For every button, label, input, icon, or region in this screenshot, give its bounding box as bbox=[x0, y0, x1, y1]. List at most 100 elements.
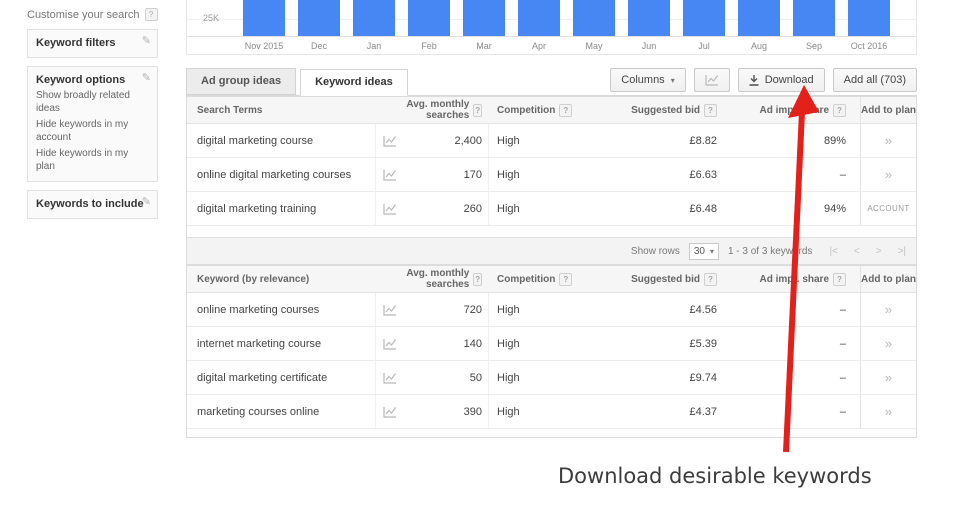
header-suggested-bid: Suggested bid ? bbox=[617, 272, 717, 286]
header-label: Ad impr. share bbox=[759, 273, 829, 285]
help-icon[interactable]: ? bbox=[473, 103, 482, 117]
table-row: internet marketing course 140 High £5.39… bbox=[187, 327, 916, 361]
competition-cell: High bbox=[497, 337, 520, 350]
header-avg-monthly-searches: Avg. monthly searches ? bbox=[403, 266, 489, 292]
add-to-plan-button[interactable]: » bbox=[860, 395, 916, 428]
edit-pencil-icon[interactable]: ✎ bbox=[142, 195, 151, 208]
chart-bar bbox=[298, 0, 340, 36]
add-to-plan-button[interactable]: » bbox=[860, 361, 916, 394]
trend-chart-icon[interactable] bbox=[375, 293, 403, 326]
ad-impr-share-cell: – bbox=[839, 337, 846, 350]
x-axis-tick-label: Mar bbox=[476, 41, 492, 51]
keyword-filters-panel[interactable]: Keyword filters ✎ bbox=[27, 29, 158, 58]
edit-pencil-icon[interactable]: ✎ bbox=[142, 34, 151, 47]
keyword-options-panel[interactable]: Keyword options ✎ Show broadly related i… bbox=[27, 66, 158, 182]
trend-chart-icon[interactable] bbox=[375, 395, 403, 428]
help-icon[interactable]: ? bbox=[559, 103, 573, 117]
keyword-cell: online digital marketing courses bbox=[197, 168, 352, 181]
trend-chart-icon[interactable] bbox=[375, 158, 403, 191]
keyword-cell: digital marketing training bbox=[197, 202, 317, 215]
tab-keyword-ideas[interactable]: Keyword ideas bbox=[300, 69, 408, 96]
suggested-bid-cell: £9.74 bbox=[689, 371, 717, 384]
trend-chart-icon[interactable] bbox=[375, 361, 403, 394]
table-header-row: Keyword (by relevance) Avg. monthly sear… bbox=[187, 266, 916, 293]
show-rows-select[interactable]: 30 ▾ bbox=[688, 242, 719, 260]
chevron-down-icon: ▾ bbox=[670, 75, 675, 85]
help-icon[interactable]: ? bbox=[473, 272, 482, 286]
chart-bar bbox=[683, 0, 725, 36]
add-all-button[interactable]: Add all (703) bbox=[832, 68, 917, 92]
keyword-cell: online marketing courses bbox=[197, 303, 320, 316]
help-icon[interactable]: ? bbox=[559, 272, 573, 286]
last-page-icon[interactable]: >| bbox=[898, 246, 906, 257]
header-label: Suggested bid bbox=[631, 104, 700, 116]
add-all-label: Add all (703) bbox=[843, 74, 906, 86]
ad-impr-share-cell: – bbox=[839, 168, 846, 181]
competition-cell: High bbox=[497, 202, 520, 215]
help-icon[interactable]: ? bbox=[704, 103, 717, 117]
x-axis-tick-label: Nov 2015 bbox=[244, 41, 284, 51]
add-to-plan-button[interactable]: ACCOUNT bbox=[860, 192, 916, 225]
header-label: Avg. monthly searches bbox=[406, 268, 470, 290]
keyword-option-item: Hide keywords in my account bbox=[36, 119, 129, 143]
help-icon[interactable]: ? bbox=[704, 272, 717, 286]
suggested-bid-cell: £6.48 bbox=[689, 202, 717, 215]
x-axis-tick-label: Aug bbox=[750, 41, 767, 51]
chart-view-button[interactable] bbox=[693, 68, 730, 92]
prev-page-icon[interactable]: < bbox=[854, 246, 860, 257]
keyword-cell: marketing courses online bbox=[197, 405, 320, 418]
columns-button[interactable]: Columns ▾ bbox=[610, 68, 686, 92]
ad-impr-share-cell: 89% bbox=[823, 134, 846, 147]
chart-bar bbox=[793, 0, 835, 36]
x-axis-tick-label: Jan bbox=[366, 41, 382, 51]
table-row: marketing courses online 390 High £4.37 … bbox=[187, 395, 916, 429]
sidebar-title-label: Customise your search bbox=[27, 8, 140, 21]
keyword-planner-page: Customise your search ? Keyword filters … bbox=[0, 0, 979, 508]
add-to-plan-button[interactable]: » bbox=[860, 327, 916, 360]
pagination-bar: Show rows 30 ▾ 1 - 3 of 3 keywords |< < … bbox=[187, 237, 916, 264]
chart-bar bbox=[463, 0, 505, 36]
x-axis-tick-label: Sep bbox=[805, 41, 822, 51]
table-row: digital marketing certificate 50 High £9… bbox=[187, 361, 916, 395]
competition-cell: High bbox=[497, 371, 520, 384]
chart-bar bbox=[628, 0, 670, 36]
trend-chart-icon[interactable] bbox=[375, 327, 403, 360]
avg-searches-cell: 260 bbox=[403, 192, 489, 225]
table-row: digital marketing course 2,400 High £8.8… bbox=[187, 124, 916, 158]
table-row: digital marketing training 260 High £6.4… bbox=[187, 192, 916, 226]
table-row: online digital marketing courses 170 Hig… bbox=[187, 158, 916, 192]
next-page-icon[interactable]: > bbox=[876, 246, 882, 257]
chart-bar bbox=[518, 0, 560, 36]
first-page-icon[interactable]: |< bbox=[829, 246, 837, 257]
suggested-bid-cell: £4.56 bbox=[689, 303, 717, 316]
edit-pencil-icon[interactable]: ✎ bbox=[142, 71, 151, 84]
header-label: Ad impr. share bbox=[759, 104, 829, 116]
keyword-cell: digital marketing certificate bbox=[197, 371, 328, 384]
help-icon[interactable]: ? bbox=[144, 8, 158, 21]
keyword-options-list: Show broadly related ideas Hide keywords … bbox=[36, 90, 149, 173]
x-axis-tick-label: Oct 2016 bbox=[850, 41, 888, 51]
header-ad-impr-share: Ad impr. share ? bbox=[717, 272, 860, 286]
trend-chart-icon[interactable] bbox=[375, 124, 403, 157]
chart-bar bbox=[353, 0, 395, 36]
header-label: Avg. monthly searches bbox=[406, 99, 470, 121]
header-spacer bbox=[375, 97, 403, 123]
header-competition: Competition ? bbox=[489, 103, 617, 117]
trend-chart-icon[interactable] bbox=[375, 192, 403, 225]
add-to-plan-button[interactable]: » bbox=[860, 293, 916, 326]
results-tabbar: Ad group ideas Keyword ideas Columns ▾ D… bbox=[186, 65, 917, 96]
spacer bbox=[187, 226, 916, 237]
panel-title: Keywords to include bbox=[36, 198, 144, 210]
competition-cell: High bbox=[497, 168, 520, 181]
header-spacer bbox=[375, 266, 403, 292]
tab-ad-group-ideas[interactable]: Ad group ideas bbox=[186, 68, 297, 95]
help-icon[interactable]: ? bbox=[833, 103, 846, 117]
help-icon[interactable]: ? bbox=[833, 272, 846, 286]
suggested-bid-cell: £8.82 bbox=[689, 134, 717, 147]
ad-impr-share-cell: – bbox=[839, 371, 846, 384]
add-to-plan-button[interactable]: » bbox=[860, 124, 916, 157]
add-to-plan-button[interactable]: » bbox=[860, 158, 916, 191]
table-row: online marketing courses 720 High £4.56 … bbox=[187, 293, 916, 327]
download-button[interactable]: Download bbox=[737, 68, 825, 92]
keywords-to-include-panel[interactable]: Keywords to include ✎ bbox=[27, 190, 158, 219]
